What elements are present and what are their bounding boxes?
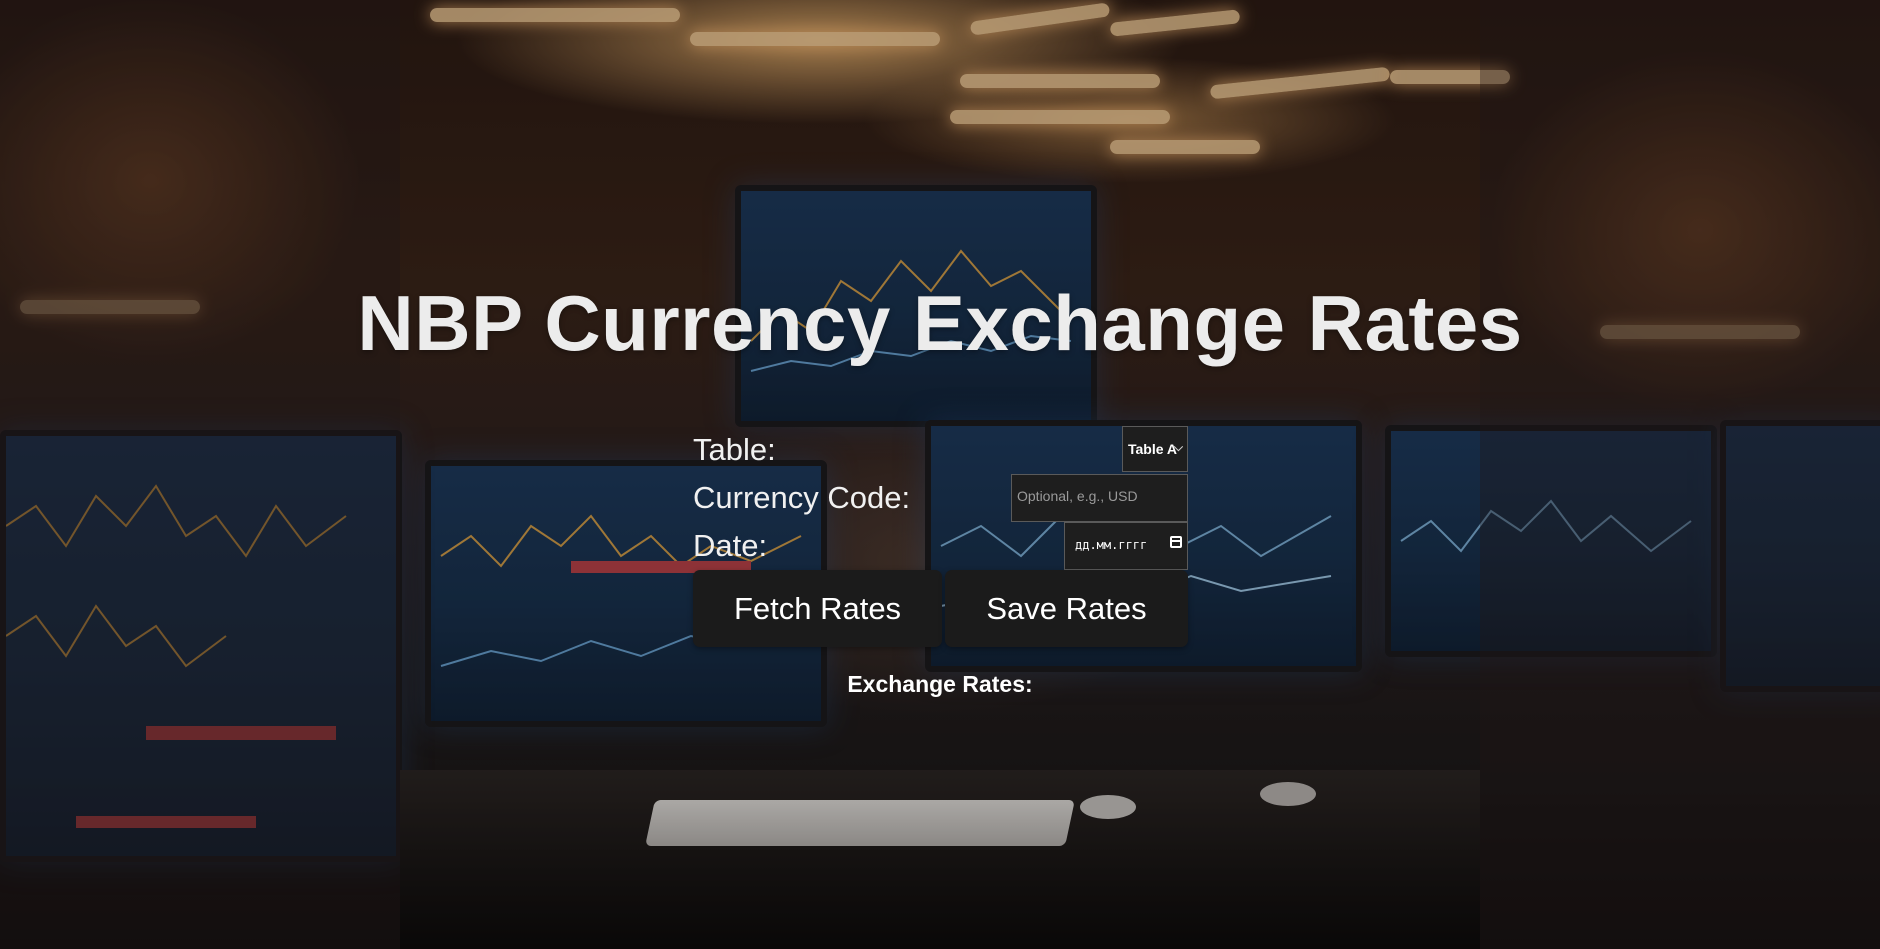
table-select[interactable]: Table A ⌵ xyxy=(1122,426,1188,472)
save-rates-button[interactable]: Save Rates xyxy=(945,570,1188,647)
chevron-down-icon: ⌵ xyxy=(1173,440,1183,454)
table-label: Table: xyxy=(693,432,776,467)
currency-code-input[interactable]: Optional, e.g., USD xyxy=(1011,474,1188,522)
table-row: Table: Table A ⌵ xyxy=(693,426,1188,474)
date-row: Date: дд.мм.гггг xyxy=(693,522,1188,570)
currency-code-placeholder: Optional, e.g., USD xyxy=(1017,488,1138,504)
exchange-rates-heading: Exchange Rates: xyxy=(847,671,1033,697)
table-select-value: Table A xyxy=(1128,441,1178,457)
rates-form: Table: Table A ⌵ Currency Code: Optional… xyxy=(693,426,1188,570)
date-placeholder: дд.мм.гггг xyxy=(1075,538,1148,552)
currency-row: Currency Code: Optional, e.g., USD xyxy=(693,474,1188,522)
date-label: Date: xyxy=(693,528,768,563)
page-title: NBP Currency Exchange Rates xyxy=(357,279,1523,367)
action-buttons: Fetch Rates Save Rates xyxy=(693,570,1188,647)
calendar-icon[interactable] xyxy=(1170,536,1182,548)
currency-code-label: Currency Code: xyxy=(693,480,911,515)
date-input[interactable]: дд.мм.гггг xyxy=(1064,522,1188,570)
fetch-rates-button[interactable]: Fetch Rates xyxy=(693,570,942,647)
